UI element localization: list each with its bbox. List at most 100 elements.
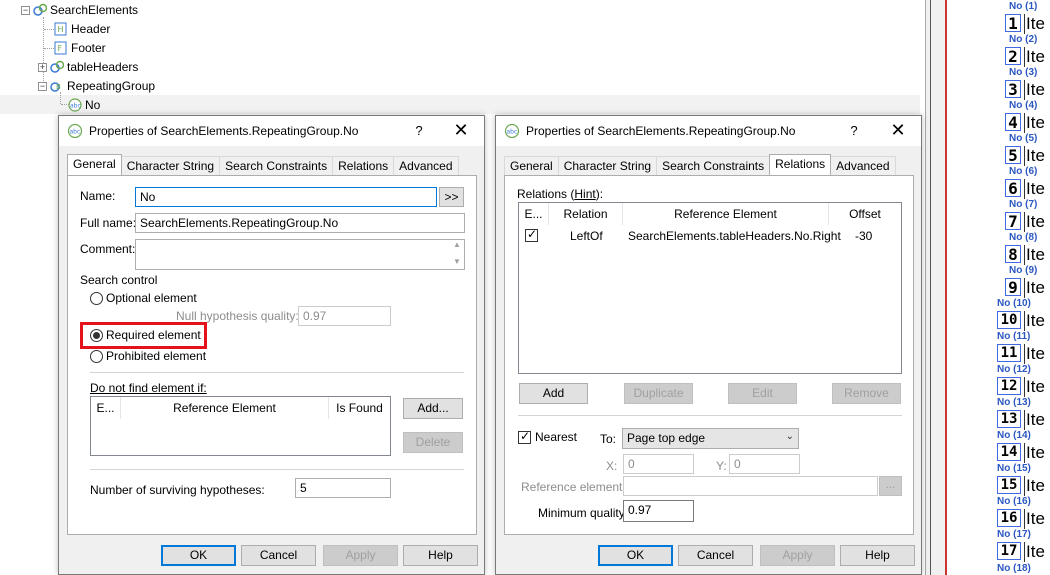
collapse-icon[interactable]: − <box>21 5 30 15</box>
minimum-quality-input[interactable]: 0.97 <box>623 500 694 522</box>
tab-relations[interactable]: Relations <box>769 154 832 175</box>
page-boundary-line <box>945 0 947 575</box>
help-question-button[interactable]: ? <box>844 121 864 141</box>
prohibited-element-radio[interactable]: Prohibited element <box>90 349 206 363</box>
column-header-offset[interactable]: Offset <box>829 203 901 225</box>
expand-icon[interactable]: + <box>38 62 47 72</box>
apply-button[interactable]: Apply <box>760 545 835 566</box>
item-number: 10 <box>997 311 1021 329</box>
x-label: X: <box>606 459 618 473</box>
add-condition-button[interactable]: Add... <box>403 398 463 419</box>
tree-node-label: Footer <box>71 41 106 55</box>
close-button[interactable]: ✕ <box>448 119 474 143</box>
to-dropdown[interactable]: Page top edge ⌄ <box>622 428 799 449</box>
tree-node-footer[interactable]: F Footer <box>54 39 106 57</box>
add-relation-button[interactable]: Add <box>519 383 588 404</box>
item-text: Ite <box>1024 47 1045 67</box>
tree-node-repeating-group[interactable]: − B RepeatingGroup <box>38 77 155 95</box>
x-input[interactable]: 0 <box>623 454 694 474</box>
column-header-is-found[interactable]: Is Found <box>329 397 390 419</box>
ok-button[interactable]: OK <box>598 545 673 566</box>
column-header-enabled[interactable]: E... <box>91 397 121 419</box>
hint-link[interactable]: Hint <box>574 187 595 201</box>
tree-node-search-elements[interactable]: − SearchElements <box>21 1 138 19</box>
properties-dialog-general: abc Properties of SearchElements.Repeati… <box>58 115 485 575</box>
found-element-label: No (13) <box>997 397 1031 408</box>
row-offset: -30 <box>855 229 873 243</box>
tree-node-table-headers[interactable]: + tableHeaders <box>38 58 138 76</box>
help-question-button[interactable]: ? <box>409 121 429 141</box>
dialog-title: Properties of SearchElements.RepeatingGr… <box>526 124 796 138</box>
required-element-radio[interactable]: Required element <box>90 328 201 342</box>
ok-button[interactable]: OK <box>161 545 236 566</box>
tab-advanced[interactable]: Advanced <box>393 156 459 175</box>
found-element-label: No (16) <box>997 496 1031 507</box>
do-not-find-list[interactable]: E... Reference Element Is Found <box>90 396 391 456</box>
found-element-label: No (3) <box>1009 67 1038 78</box>
fullname-field[interactable]: SearchElements.RepeatingGroup.No <box>135 213 465 233</box>
dialog-titlebar[interactable]: abc Properties of SearchElements.Repeati… <box>59 116 484 146</box>
optional-element-radio[interactable]: Optional element <box>90 291 197 305</box>
item-text: Ite <box>1024 344 1045 364</box>
tab-relations[interactable]: Relations <box>332 156 395 175</box>
row-reference: SearchElements.tableHeaders.No.Right <box>628 229 841 243</box>
item-text: Ite <box>1024 278 1045 298</box>
item-number: 15 <box>997 476 1021 494</box>
tab-character-string[interactable]: Character String <box>557 156 658 175</box>
fullname-label: Full name: <box>80 216 137 230</box>
column-header-enabled[interactable]: E... <box>519 203 549 225</box>
y-label: Y: <box>716 459 727 473</box>
scroll-down-icon: ▼ <box>453 257 461 266</box>
dialog-titlebar[interactable]: abc Properties of SearchElements.Repeati… <box>496 116 921 146</box>
svg-text:abc: abc <box>507 129 518 136</box>
apply-button[interactable]: Apply <box>323 545 398 566</box>
item-number: 1 <box>1005 14 1021 32</box>
help-button[interactable]: Help <box>403 545 478 566</box>
browse-reference-button[interactable]: ... <box>879 476 902 496</box>
item-text: Ite <box>1024 212 1045 232</box>
comment-scrollbar[interactable]: ▲ ▼ <box>450 240 464 269</box>
name-expand-button[interactable]: >> <box>439 187 464 207</box>
row-enabled-checkbox[interactable] <box>525 227 538 242</box>
tab-advanced[interactable]: Advanced <box>830 156 896 175</box>
found-element-label: No (1) <box>1009 1 1038 12</box>
remove-relation-button[interactable]: Remove <box>832 383 901 404</box>
checkbox-checked-icon <box>518 429 531 444</box>
comment-input[interactable] <box>135 239 465 270</box>
tab-general[interactable]: General <box>504 156 559 175</box>
column-header-reference-element[interactable]: Reference Element <box>623 203 829 225</box>
table-row[interactable]: LeftOf SearchElements.tableHeaders.No.Ri… <box>519 225 901 245</box>
svg-text:abc: abc <box>70 103 81 110</box>
cancel-button[interactable]: Cancel <box>241 545 316 566</box>
column-header-relation[interactable]: Relation <box>549 203 623 225</box>
repeating-group-icon: B <box>50 82 61 92</box>
close-button[interactable]: ✕ <box>885 119 911 143</box>
cancel-button[interactable]: Cancel <box>678 545 753 566</box>
help-button[interactable]: Help <box>840 545 915 566</box>
duplicate-relation-button[interactable]: Duplicate <box>624 383 693 404</box>
collapse-icon[interactable]: − <box>38 81 47 91</box>
tree-node-no[interactable]: abc No <box>68 96 100 114</box>
relations-list[interactable]: E... Relation Reference Element Offset L… <box>518 202 902 374</box>
delete-condition-button[interactable]: Delete <box>403 432 463 453</box>
nearest-checkbox[interactable]: Nearest <box>518 429 577 444</box>
found-element-label: No (15) <box>997 463 1031 474</box>
edit-relation-button[interactable]: Edit <box>728 383 797 404</box>
surviving-hypotheses-input[interactable]: 5 <box>295 478 391 498</box>
tab-general[interactable]: General <box>67 154 122 175</box>
column-header-reference-element[interactable]: Reference Element <box>121 397 329 419</box>
reference-element-input[interactable] <box>623 476 878 496</box>
scroll-up-icon: ▲ <box>453 240 461 249</box>
string-element-icon: abc <box>68 98 82 112</box>
tab-search-constraints[interactable]: Search Constraints <box>219 156 334 175</box>
y-input[interactable]: 0 <box>729 454 800 474</box>
tree-node-header[interactable]: H Header <box>54 20 110 38</box>
null-hypothesis-input[interactable]: 0.97 <box>298 306 391 326</box>
tab-search-constraints[interactable]: Search Constraints <box>656 156 771 175</box>
tab-character-string[interactable]: Character String <box>120 156 221 175</box>
comment-label: Comment: <box>80 242 136 256</box>
item-number: 17 <box>997 542 1021 560</box>
tree-selected-row[interactable] <box>0 95 920 114</box>
item-text: Ite <box>1024 443 1045 463</box>
name-input[interactable]: No <box>135 187 437 207</box>
